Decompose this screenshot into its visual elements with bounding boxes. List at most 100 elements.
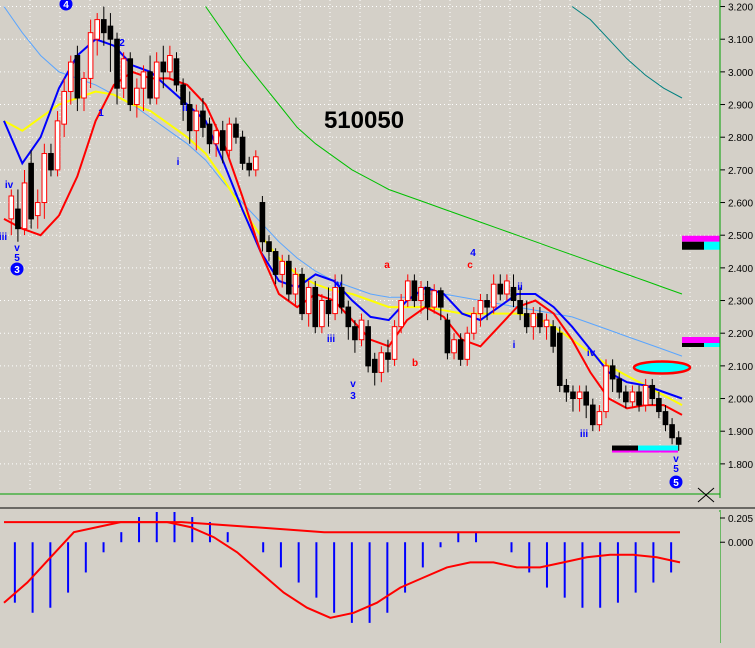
candle-body (649, 384, 656, 400)
candle-body (510, 286, 517, 302)
candle-body (629, 391, 636, 403)
zone-marker-black (682, 241, 704, 250)
candle-body (186, 104, 193, 132)
wave-label: 4 (470, 248, 476, 259)
candle-body (543, 319, 550, 328)
candle-body (556, 332, 563, 386)
candle-body (378, 352, 385, 373)
candle-body (173, 58, 180, 86)
candle-body (365, 326, 371, 367)
candle-body (153, 61, 160, 99)
candle-body (74, 55, 81, 99)
candle-body (477, 300, 484, 315)
candle-body (15, 208, 21, 230)
wave-label: iii (580, 429, 589, 440)
y-tick-label: 2.000 (728, 395, 753, 406)
candle-body (457, 339, 464, 360)
candle-body (67, 61, 74, 92)
candle-body (54, 120, 61, 171)
y-tick-label: 3.000 (728, 68, 753, 79)
candle-body (319, 300, 325, 328)
y-tick-label: 2.500 (728, 231, 753, 242)
wave-label: 5 (14, 253, 20, 264)
candle-body (305, 286, 312, 315)
candle-body (286, 260, 292, 295)
wave-label: 5 (673, 478, 679, 489)
candle-body (352, 326, 358, 341)
zone-marker-magenta (612, 450, 678, 453)
candle-body (563, 384, 570, 393)
candle-body (325, 300, 332, 315)
candle-body (41, 153, 48, 204)
candle-body (120, 58, 127, 89)
candle-body (623, 391, 629, 403)
candle-body (226, 123, 233, 151)
y-tick-label: 2.200 (728, 329, 753, 340)
y-tick-label: 3.100 (728, 35, 753, 46)
candle-body (576, 391, 583, 400)
candle-body (616, 378, 623, 393)
wave-label: ii (517, 282, 523, 293)
candle-body (292, 273, 299, 295)
wave-label: iii (327, 334, 336, 345)
wave-label: v (350, 379, 356, 390)
wave-label: 3 (350, 391, 356, 402)
candle-body (134, 87, 140, 106)
y-tick-label: 2.800 (728, 133, 753, 144)
candle-body (636, 391, 642, 406)
candle-body (424, 286, 431, 308)
candle-body (94, 19, 101, 40)
y-tick-label: 2.300 (728, 297, 753, 308)
candle-body (504, 280, 510, 295)
candle-body (385, 352, 391, 360)
candle-body (101, 19, 107, 34)
candle-body (180, 84, 186, 106)
y-tick-label: 2.700 (728, 166, 753, 177)
wave-label: 5 (673, 464, 679, 475)
candle-body (404, 280, 411, 302)
candle-body (438, 290, 444, 308)
candle-body (656, 398, 662, 413)
candle-body (537, 313, 543, 328)
candle-body (206, 123, 213, 145)
candle-body (140, 71, 147, 89)
candle-body (127, 58, 134, 106)
candle-body (160, 61, 167, 73)
candle-body (464, 332, 471, 360)
candle-body (233, 123, 239, 138)
candle-body (609, 365, 616, 380)
wave-label: 2 (119, 38, 125, 49)
macd-y-tick-label: 0.205 (728, 514, 753, 525)
candle-body (583, 391, 589, 406)
candle-body (147, 71, 153, 99)
candle-body (451, 339, 457, 354)
candle-body (239, 136, 246, 164)
candle-body (530, 313, 537, 328)
candle-body (371, 358, 378, 373)
wave-label: i (177, 157, 180, 168)
wave-label: a (384, 260, 390, 271)
candle-body (589, 404, 596, 426)
y-tick-label: 2.100 (728, 362, 753, 373)
candle-body (312, 286, 319, 328)
candle-body (398, 300, 404, 328)
wave-label: iii (0, 232, 7, 243)
candle-body (603, 365, 609, 413)
y-tick-label: 1.900 (728, 427, 753, 438)
zone-marker-black (612, 445, 638, 451)
candle-body (596, 411, 603, 426)
candle-body (8, 195, 15, 220)
wave-label: 1 (98, 108, 104, 119)
wave-label: i (513, 340, 516, 351)
candle-body (213, 130, 219, 145)
y-tick-label: 3.200 (728, 3, 753, 14)
zone-marker-magenta (682, 337, 720, 343)
wave-label: iv (587, 348, 596, 359)
candle-body (570, 391, 576, 400)
candle-body (444, 319, 451, 354)
target-zone-ellipse (632, 360, 692, 375)
zone-marker-cyan (704, 241, 720, 250)
candle-body (193, 110, 200, 132)
wave-label: iv (334, 279, 343, 290)
candle-body (675, 437, 682, 445)
